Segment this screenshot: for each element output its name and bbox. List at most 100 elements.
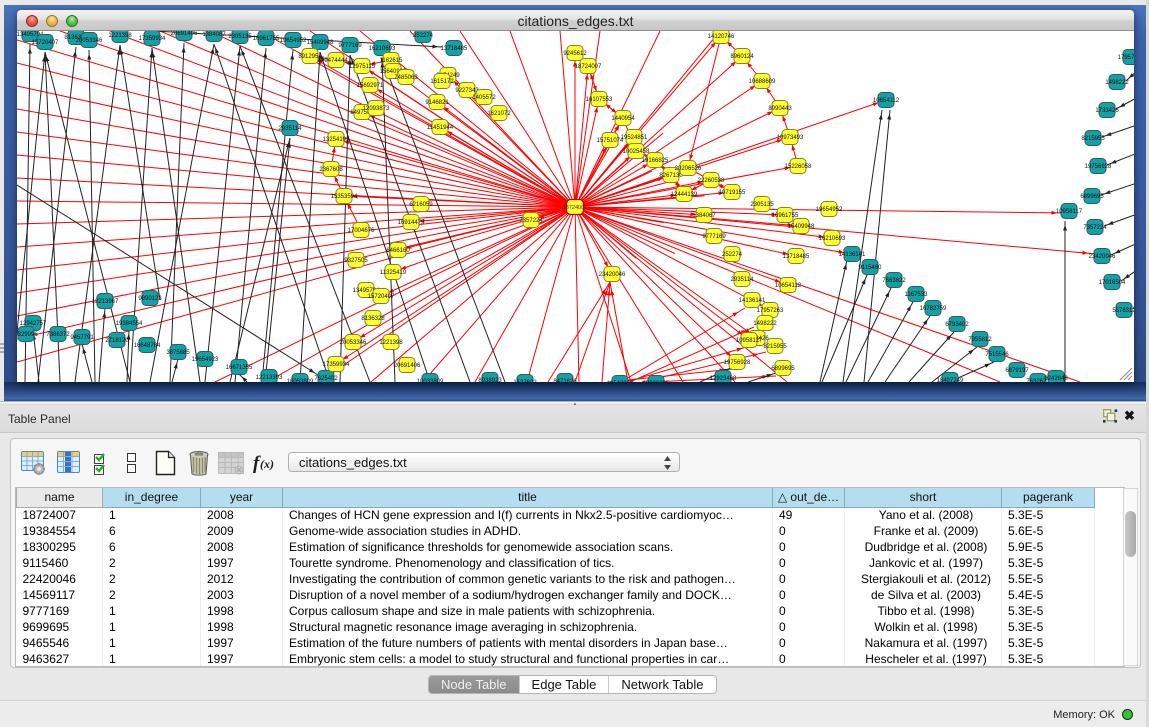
svg-text:16107553: 16107553 [586, 97, 613, 103]
svg-text:10654112: 10654112 [873, 98, 900, 104]
svg-text:1527602: 1527602 [513, 380, 537, 382]
svg-text:8471626: 8471626 [553, 379, 577, 382]
svg-text:10033809: 10033809 [417, 379, 444, 382]
svg-text:19654923: 19654923 [192, 357, 219, 363]
svg-text:19654952: 19654952 [816, 207, 843, 213]
svg-text:1405572: 1405572 [472, 95, 496, 101]
svg-text:3875685: 3875685 [166, 350, 190, 356]
svg-text:6216059: 6216059 [409, 202, 433, 208]
svg-text:6879197: 6879197 [1005, 368, 1029, 374]
svg-text:8990443: 8990443 [768, 106, 792, 112]
svg-text:15226058: 15226058 [785, 164, 812, 170]
svg-text:2305135: 2305135 [750, 202, 774, 208]
svg-text:19756928: 19756928 [724, 360, 751, 366]
svg-text:8960124: 8960124 [730, 54, 754, 60]
svg-text:5578312: 5578312 [1112, 308, 1134, 314]
svg-text:9890123: 9890123 [138, 296, 162, 302]
svg-text:1384067: 1384067 [692, 213, 716, 219]
svg-text:7485063: 7485063 [394, 75, 418, 81]
svg-text:17957263: 17957263 [757, 308, 784, 314]
svg-text:1733426: 1733426 [1095, 108, 1119, 114]
svg-text:6793402: 6793402 [945, 322, 969, 328]
svg-text:8267130: 8267130 [659, 173, 683, 179]
svg-text:18407249: 18407249 [937, 378, 964, 382]
svg-text:20691406: 20691406 [171, 31, 198, 37]
svg-text:19654952: 19654952 [280, 38, 307, 44]
svg-text:9777169: 9777169 [702, 234, 726, 240]
svg-text:2935114: 2935114 [731, 277, 755, 283]
svg-text:6899695: 6899695 [771, 366, 795, 372]
svg-text:7515546: 7515546 [985, 352, 1009, 358]
svg-text:20053346: 20053346 [76, 38, 103, 44]
svg-text:15409948: 15409948 [307, 40, 334, 46]
svg-text:6466160: 6466160 [386, 248, 410, 254]
svg-text:22260538: 22260538 [698, 178, 725, 184]
svg-text:19524851: 19524851 [621, 135, 648, 141]
svg-text:15692971: 15692971 [357, 83, 384, 89]
svg-text:9457791: 9457791 [70, 335, 94, 341]
svg-text:2367608: 2367608 [319, 167, 343, 173]
svg-text:2935114: 2935114 [279, 126, 303, 132]
svg-text:18724007: 18724007 [563, 205, 587, 211]
svg-text:16053809: 16053809 [287, 379, 314, 382]
svg-text:19166825: 19166825 [642, 158, 669, 164]
svg-text:8938923: 8938923 [478, 378, 502, 382]
svg-text:252274: 252274 [413, 33, 434, 39]
svg-text:17016504: 17016504 [1099, 280, 1126, 286]
svg-text:1621072: 1621072 [487, 111, 511, 117]
svg-text:9327505: 9327505 [344, 258, 368, 264]
svg-text:9115460: 9115460 [859, 265, 883, 271]
svg-text:9329996: 9329996 [17, 332, 38, 338]
svg-text:7357224: 7357224 [519, 218, 543, 224]
svg-text:14136141: 14136141 [739, 298, 766, 304]
svg-text:17359934: 17359934 [139, 36, 166, 42]
svg-text:7357224: 7357224 [1083, 225, 1107, 231]
svg-text:7625402: 7625402 [314, 376, 338, 382]
svg-text:18724007: 18724007 [575, 64, 602, 70]
svg-text:13718485: 13718485 [441, 46, 468, 52]
svg-text:10719155: 10719155 [719, 190, 746, 196]
svg-text:17004676: 17004676 [348, 228, 375, 234]
svg-text:15720407: 15720407 [368, 294, 395, 300]
svg-text:18300295: 18300295 [643, 381, 670, 382]
svg-text:16210693: 16210693 [819, 236, 846, 242]
svg-text:12213393: 12213393 [256, 375, 283, 381]
svg-text:16671355: 16671355 [226, 365, 253, 371]
svg-text:7386372: 7386372 [46, 332, 70, 338]
svg-text:19384554: 19384554 [116, 321, 143, 327]
svg-text:11451944: 11451944 [427, 125, 454, 131]
svg-text:14136141: 14136141 [839, 252, 866, 258]
svg-text:10973493: 10973493 [777, 135, 804, 141]
svg-text:10654112: 10654112 [775, 283, 802, 289]
svg-text:1498222: 1498222 [1105, 80, 1129, 86]
svg-text:8215955: 8215955 [1081, 136, 1105, 142]
svg-text:16782759: 16782759 [920, 306, 947, 312]
svg-text:8912954: 8912954 [298, 54, 322, 60]
svg-text:10958117: 10958117 [1056, 209, 1083, 215]
svg-text:7663822: 7663822 [882, 278, 906, 284]
svg-text:15409948: 15409948 [788, 224, 815, 230]
svg-text:16210693: 16210693 [369, 46, 396, 52]
svg-text:15720407: 15720407 [32, 40, 59, 46]
svg-text:20206526: 20206526 [675, 166, 702, 172]
svg-text:9777169: 9777169 [338, 43, 362, 49]
svg-text:(x): (x) [260, 457, 274, 471]
svg-text:12975115: 12975115 [349, 64, 376, 70]
svg-text:14120746: 14120746 [708, 34, 735, 40]
svg-text:16543362: 16543362 [607, 381, 634, 382]
svg-text:1167533: 1167533 [905, 292, 929, 298]
svg-text:19756928: 19756928 [1085, 164, 1112, 170]
svg-text:15353594: 15353594 [331, 194, 358, 200]
svg-text:10688609: 10688609 [749, 79, 776, 85]
svg-text:9146821: 9146821 [425, 100, 449, 106]
svg-text:16914479: 16914479 [398, 220, 425, 226]
svg-text:13718485: 13718485 [783, 254, 810, 260]
svg-text:2718120: 2718120 [105, 338, 129, 344]
svg-text:9242848: 9242848 [1044, 376, 1068, 382]
svg-text:11325419: 11325419 [380, 270, 407, 276]
svg-text:23420046: 23420046 [599, 272, 626, 278]
svg-text:16961755: 16961755 [253, 36, 280, 42]
svg-text:12213967: 12213967 [92, 299, 119, 305]
svg-text:252274: 252274 [722, 252, 743, 258]
svg-text:7955812: 7955812 [968, 337, 992, 343]
